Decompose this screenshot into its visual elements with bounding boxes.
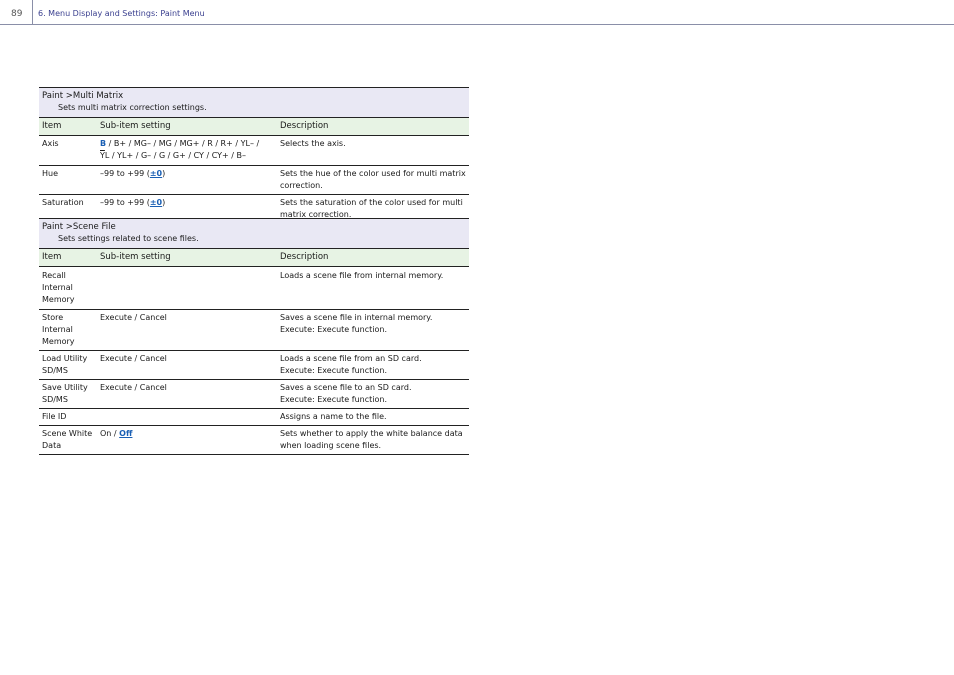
table-row-file-id: File ID Assigns a name to the file. (39, 408, 469, 426)
item-cell: Recall Internal Memory (39, 266, 97, 310)
sub-item-cell: –99 to +99 (±0) (97, 165, 277, 195)
table-row-scene-white-data: Scene White Data On / Off Sets whether t… (39, 425, 469, 455)
sub-item-cell: On / Off (97, 425, 277, 455)
description-cell: Sets the hue of the color used for multi… (277, 165, 469, 195)
item-text: Scene White (42, 429, 93, 438)
column-header-item: Item (39, 117, 97, 136)
column-header-item: Item (39, 248, 97, 267)
description-cell: Sets whether to apply the white balance … (277, 425, 469, 455)
header-divider (32, 0, 33, 24)
page-number: 89 (11, 9, 23, 19)
sub-item-cell: Execute / Cancel (97, 379, 277, 409)
table-row-store-internal-memory: Store Internal Memory Execute / Cancel S… (39, 309, 469, 351)
column-header-row: Item Sub-item setting Description (39, 248, 469, 267)
sub-item-text: ) (162, 198, 166, 207)
description-text: Execute: Execute function. (280, 395, 387, 404)
sub-item-text: ) (162, 169, 166, 178)
sub-item-cell (97, 266, 277, 310)
description-cell: Saves a scene file in internal memory. E… (277, 309, 469, 351)
multi-matrix-table: Paint >Multi Matrix Sets multi matrix co… (39, 87, 469, 227)
column-header-row: Item Sub-item setting Description (39, 117, 469, 136)
item-text: Memory (42, 295, 75, 304)
item-text: Data (42, 441, 62, 450)
item-cell: Load Utility SD/MS (39, 350, 97, 380)
default-value: Off (119, 429, 133, 438)
description-cell: Loads a scene file from an SD card. Exec… (277, 350, 469, 380)
default-value: ±0 (149, 198, 163, 207)
section-description: Sets multi matrix correction settings. (58, 103, 207, 112)
table-row-hue: Hue –99 to +99 (±0) Sets the hue of the … (39, 165, 469, 195)
item-text: Save Utility (42, 383, 88, 392)
description-text: Saves a scene file to an SD card. (280, 383, 412, 392)
multi-matrix-section-header: Paint >Multi Matrix Sets multi matrix co… (39, 87, 469, 118)
section-title: Paint >Scene File (42, 222, 116, 232)
table-row-axis: Axis B / B+ / MG– / MG / MG+ / R / R+ / … (39, 135, 469, 166)
sub-item-cell: B / B+ / MG– / MG / MG+ / R / R+ / YL– /… (97, 135, 277, 166)
sub-item-cell: Execute / Cancel (97, 350, 277, 380)
sub-item-text: –99 to +99 ( (100, 198, 150, 207)
item-text: Load Utility (42, 354, 88, 363)
description-text: Loads a scene file from an SD card. (280, 354, 422, 363)
item-text: SD/MS (42, 395, 68, 404)
item-cell: File ID (39, 408, 97, 426)
scene-file-section-header: Paint >Scene File Sets settings related … (39, 218, 469, 249)
column-header-description: Description (277, 248, 469, 267)
table-row-load-utility: Load Utility SD/MS Execute / Cancel Load… (39, 350, 469, 380)
table-row-recall-internal-memory: Recall Internal Memory Loads a scene fil… (39, 266, 469, 310)
description-text: Saves a scene file in internal memory. (280, 313, 433, 322)
item-text: Store Internal (42, 313, 73, 334)
description-cell: Assigns a name to the file. (277, 408, 469, 426)
section-title: Paint >Multi Matrix (42, 91, 124, 101)
column-header-sub-item: Sub-item setting (97, 117, 277, 136)
item-text: Internal (42, 283, 73, 292)
page-header: 89 6. Menu Display and Settings: Paint M… (0, 0, 954, 25)
description-cell: Selects the axis. (277, 135, 469, 166)
description-text: Execute: Execute function. (280, 325, 387, 334)
sub-item-text: –99 to +99 ( (100, 169, 150, 178)
sub-item-text: / B+ / MG– / MG / MG+ / R / R+ / YL– / (106, 139, 260, 148)
item-cell: Axis (39, 135, 97, 166)
sub-item-text: L / YL+ / G– / G / G+ / CY / CY+ / B– (104, 151, 247, 160)
item-cell: Store Internal Memory (39, 309, 97, 351)
item-text: Recall (42, 271, 66, 280)
sub-item-text: On / (100, 429, 120, 438)
sub-item-cell (97, 408, 277, 426)
column-header-description: Description (277, 117, 469, 136)
section-description: Sets settings related to scene files. (58, 234, 199, 243)
description-cell: Saves a scene file to an SD card. Execut… (277, 379, 469, 409)
scene-file-table: Paint >Scene File Sets settings related … (39, 218, 469, 455)
description-text: Execute: Execute function. (280, 366, 387, 375)
table-row-save-utility: Save Utility SD/MS Execute / Cancel Save… (39, 379, 469, 409)
sub-item-cell: Execute / Cancel (97, 309, 277, 351)
column-header-sub-item: Sub-item setting (97, 248, 277, 267)
default-value: ±0 (149, 169, 163, 178)
item-cell: Scene White Data (39, 425, 97, 455)
description-cell: Loads a scene file from internal memory. (277, 266, 469, 310)
item-text: Memory (42, 337, 75, 346)
page-title: 6. Menu Display and Settings: Paint Menu (38, 9, 205, 18)
item-cell: Hue (39, 165, 97, 195)
item-text: SD/MS (42, 366, 68, 375)
item-cell: Save Utility SD/MS (39, 379, 97, 409)
